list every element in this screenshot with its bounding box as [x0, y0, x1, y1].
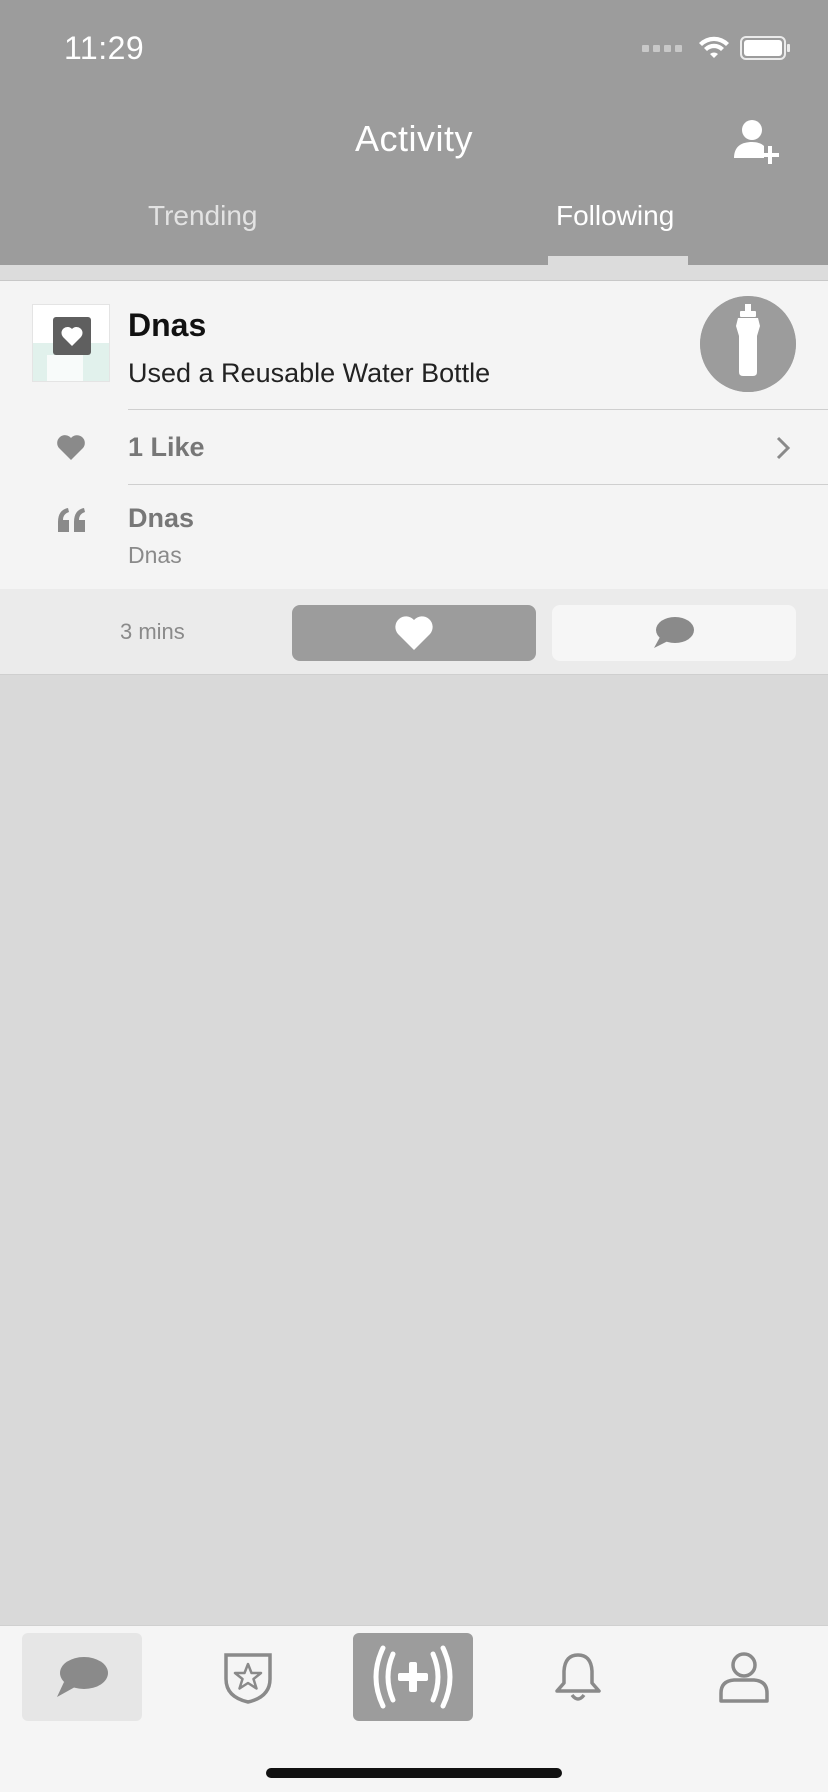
person-icon	[719, 1652, 769, 1703]
plus-broadcast-icon	[373, 1645, 453, 1709]
user-avatar[interactable]	[32, 304, 110, 382]
likes-row[interactable]	[0, 411, 828, 483]
comment-button[interactable]	[552, 605, 796, 661]
tab-trending[interactable]: Trending	[148, 200, 257, 232]
active-tab-indicator	[548, 256, 688, 265]
activity-user-name[interactable]: Dnas	[128, 307, 206, 344]
comment-text: Dnas	[128, 542, 182, 568]
header-separator	[0, 265, 828, 281]
tabbar-badges[interactable]	[188, 1633, 308, 1721]
status-indicators	[642, 36, 792, 60]
activity-card: Dnas Used a Reusable Water Bottle 1 Like…	[0, 281, 828, 589]
person-plus-icon[interactable]	[732, 118, 784, 166]
page-title: Activity	[354, 118, 473, 159]
home-indicator	[266, 1768, 562, 1778]
water-bottle-icon[interactable]	[700, 296, 796, 392]
likes-count[interactable]: 1 Like	[128, 432, 205, 463]
tab-following[interactable]: Following	[556, 200, 674, 232]
chat-bubble-icon	[654, 617, 694, 648]
bell-icon	[555, 1653, 601, 1701]
avatar-heart-icon	[53, 317, 91, 355]
time-ago: 3 mins	[120, 619, 185, 644]
tabbar-profile[interactable]	[684, 1633, 804, 1721]
activity-action-bar: 3 mins	[0, 589, 828, 675]
tabbar-log-action[interactable]	[353, 1633, 473, 1721]
activity-action-text: Used a Reusable Water Bottle	[128, 358, 491, 388]
heart-icon	[395, 616, 433, 650]
star-shield-icon	[224, 1653, 272, 1704]
wifi-icon	[699, 36, 729, 58]
app-header: 11:29 Activity Trending Following	[0, 0, 828, 265]
like-button[interactable]	[292, 605, 536, 661]
divider	[128, 409, 828, 410]
battery-icon	[740, 36, 790, 60]
chat-bubble-icon	[57, 1657, 108, 1697]
quote-icon	[58, 508, 85, 532]
signal-icon	[642, 44, 682, 52]
chevron-right-icon[interactable]	[774, 435, 792, 461]
tabbar-feed[interactable]	[22, 1633, 142, 1721]
divider	[128, 484, 828, 485]
comment-author[interactable]: Dnas	[128, 503, 194, 534]
bottom-tab-bar	[0, 1625, 828, 1792]
tabbar-notifications[interactable]	[518, 1633, 638, 1721]
heart-icon	[57, 435, 85, 460]
status-time: 11:29	[64, 30, 145, 66]
